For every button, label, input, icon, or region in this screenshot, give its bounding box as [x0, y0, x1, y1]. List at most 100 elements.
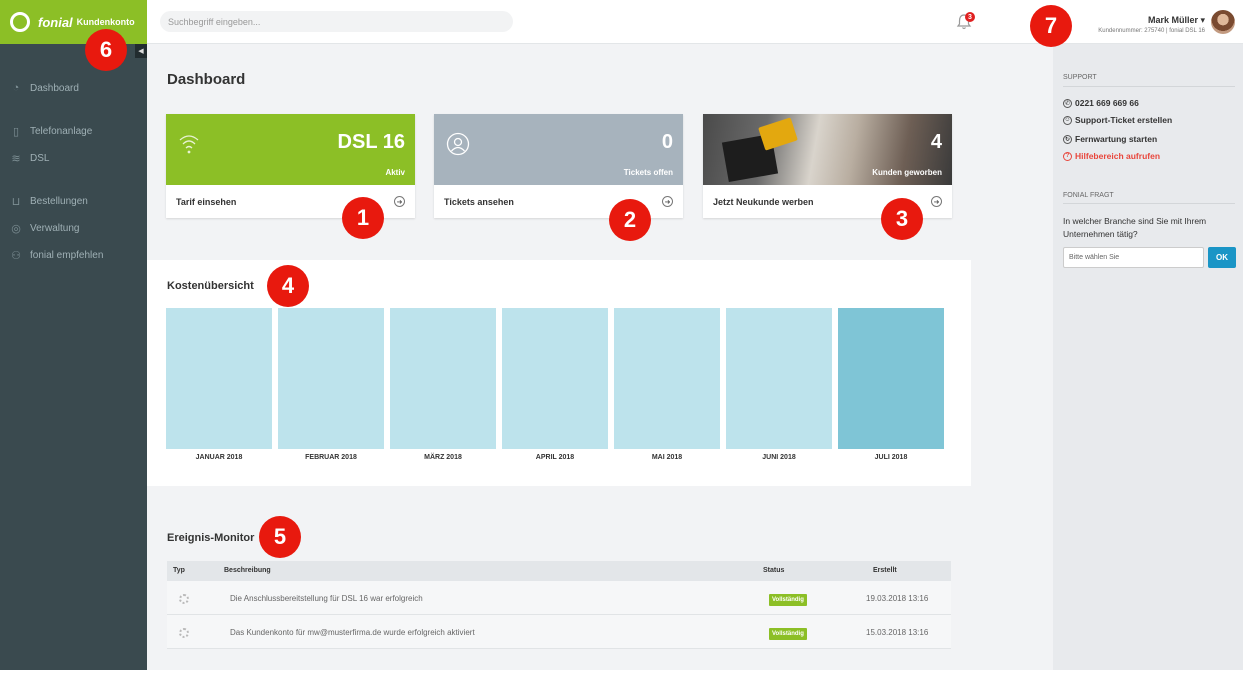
- sidebar-item-label: DSL: [30, 152, 50, 164]
- gear-icon: [179, 628, 189, 638]
- remote-maintenance-label: Fernwartung starten: [1075, 134, 1158, 144]
- open-tickets-count: 0: [661, 131, 673, 153]
- sidebar-item-telefonanlage[interactable]: ▯ Telefonanlage: [8, 125, 93, 138]
- refer-customer-link[interactable]: Jetzt Neukunde werben: [713, 197, 814, 207]
- page-title: Dashboard: [167, 71, 246, 88]
- remote-maintenance-link[interactable]: ↻ Fernwartung starten: [1063, 134, 1157, 144]
- wifi-icon: ≋: [11, 152, 21, 165]
- cost-bar-label: FEBRUAR 2018: [305, 454, 357, 461]
- brand-subtitle: Kundenkonto: [76, 17, 135, 27]
- brand-logo[interactable]: fonial Kundenkonto: [0, 0, 147, 44]
- event-description: Das Kundenkonto für mw@musterfirma.de wu…: [230, 628, 475, 637]
- cost-bar[interactable]: [278, 308, 384, 449]
- gift-bow-graphic: [758, 117, 798, 151]
- help-area-label: Hilfebereich aufrufen: [1075, 151, 1161, 161]
- callout-3: 3: [881, 198, 923, 240]
- cost-bar[interactable]: [390, 308, 496, 449]
- sidebar-item-bestellungen[interactable]: ⊔ Bestellungen: [8, 195, 88, 208]
- user-circle-icon: ◎: [11, 222, 21, 235]
- survey-heading: FONIAL FRAGT: [1063, 192, 1114, 199]
- cost-bar[interactable]: [502, 308, 608, 449]
- event-created: 19.03.2018 13:16: [866, 594, 929, 603]
- tariff-status: Aktiv: [385, 168, 405, 177]
- help-area-link[interactable]: ? Hilfebereich aufrufen: [1063, 151, 1160, 161]
- callout-7: 7: [1030, 5, 1072, 47]
- cost-bar[interactable]: [726, 308, 832, 449]
- top-bar: 3 Mark Müller ▾ Kundennummer: 275740 | f…: [147, 0, 1243, 44]
- view-tickets-link[interactable]: Tickets ansehen: [444, 197, 514, 207]
- view-tariff-link[interactable]: Tarif einsehen: [176, 197, 236, 207]
- cost-bar[interactable]: [166, 308, 272, 449]
- sidebar-item-label: Dashboard: [30, 82, 79, 94]
- callout-5: 5: [259, 516, 301, 558]
- user-menu-button[interactable]: Mark Müller ▾: [1148, 15, 1205, 26]
- table-header: Typ Beschreibung Status Erstellt: [167, 561, 951, 581]
- sidebar-item-verwaltung[interactable]: ◎ Verwaltung: [8, 222, 80, 235]
- table-row[interactable]: Die Anschlussbereitstellung für DSL 16 w…: [167, 581, 951, 615]
- chevron-left-icon: ◀: [138, 48, 144, 55]
- event-description: Die Anschlussbereitstellung für DSL 16 w…: [230, 594, 423, 603]
- arrow-right-icon[interactable]: ➜: [394, 196, 405, 207]
- cost-bar[interactable]: [614, 308, 720, 449]
- brand-name: fonial: [38, 14, 73, 30]
- user-circle-icon: ☺: [1063, 115, 1072, 125]
- tickets-card-header: 0 Tickets offen: [434, 114, 683, 185]
- cost-overview-title: Kostenübersicht: [167, 280, 254, 292]
- sidebar-collapse-button[interactable]: ◀: [135, 44, 147, 58]
- cost-bar-label: JANUAR 2018: [195, 454, 243, 461]
- referral-card-image: 4 Kunden geworben: [703, 114, 952, 185]
- arrow-right-icon[interactable]: ➜: [662, 196, 673, 207]
- create-support-ticket-label: Support-Ticket erstellen: [1075, 115, 1173, 125]
- phone-icon: ✆: [1063, 98, 1072, 108]
- event-created: 15.03.2018 13:16: [866, 628, 929, 637]
- sidebar-item-dsl[interactable]: ≋ DSL: [8, 152, 50, 165]
- divider: [1063, 86, 1235, 87]
- open-tickets-label: Tickets offen: [623, 168, 673, 177]
- sidebar-item-label: Telefonanlage: [30, 125, 93, 137]
- search-input[interactable]: [160, 11, 513, 32]
- wifi-icon: [179, 135, 199, 154]
- phone-system-icon: ▯: [12, 125, 20, 138]
- tariff-card-header: DSL 16 Aktiv: [166, 114, 415, 185]
- column-header-type: Typ: [173, 567, 185, 574]
- sidebar-item-dashboard[interactable]: ◔ Dashboard: [8, 82, 79, 94]
- right-panel: SUPPORT ✆ 0221 669 669 66 ☺ Support-Tick…: [1053, 44, 1243, 670]
- cost-bar-label: MAI 2018: [651, 454, 683, 461]
- table-row[interactable]: Das Kundenkonto für mw@musterfirma.de wu…: [167, 615, 951, 649]
- remote-icon: ↻: [1063, 134, 1072, 144]
- user-account-details: Kundennummer: 275740 | fonial DSL 16: [1098, 28, 1205, 34]
- event-monitor-title: Ereignis-Monitor: [167, 532, 255, 544]
- survey-ok-button[interactable]: OK: [1208, 247, 1236, 268]
- gauge-icon: ◔: [12, 82, 20, 94]
- create-support-ticket-link[interactable]: ☺ Support-Ticket erstellen: [1063, 115, 1172, 125]
- notification-count-badge: 3: [965, 12, 975, 22]
- tariff-name: DSL 16: [337, 131, 405, 153]
- gear-icon: [179, 594, 189, 604]
- column-header-description: Beschreibung: [224, 567, 271, 574]
- referred-customers-count: 4: [930, 131, 942, 153]
- callout-6: 6: [85, 29, 127, 71]
- callout-4: 4: [267, 265, 309, 307]
- column-header-status: Status: [763, 567, 785, 574]
- sidebar-item-label: Verwaltung: [30, 222, 80, 234]
- arrow-right-icon[interactable]: ➜: [931, 196, 942, 207]
- avatar[interactable]: [1211, 10, 1235, 34]
- status-badge: Vollständig: [769, 594, 807, 606]
- people-icon: ⚇: [11, 249, 21, 262]
- cost-bar[interactable]: [838, 308, 944, 449]
- cost-bar-label: APRIL 2018: [535, 454, 575, 461]
- callout-1: 1: [342, 197, 384, 239]
- sidebar-item-fonial-empfehlen[interactable]: ⚇ fonial empfehlen: [8, 249, 103, 262]
- survey-question: In welcher Branche sind Sie mit Ihrem Un…: [1063, 216, 1207, 239]
- sidebar-item-label: Bestellungen: [30, 195, 88, 207]
- support-phone[interactable]: ✆ 0221 669 669 66: [1063, 98, 1139, 108]
- cost-bar-label: MÄRZ 2018: [424, 454, 462, 461]
- user-circle-icon: [446, 132, 470, 156]
- referred-customers-label: Kunden geworben: [872, 168, 942, 177]
- column-header-created: Erstellt: [873, 567, 897, 574]
- cart-icon: ⊔: [11, 195, 21, 208]
- cost-bar-label: JULI 2018: [874, 454, 908, 461]
- tickets-card: 0 Tickets offen Tickets ansehen ➜: [434, 114, 683, 218]
- industry-select[interactable]: Bitte wählen Sie: [1063, 247, 1204, 268]
- status-badge: Vollständig: [769, 628, 807, 640]
